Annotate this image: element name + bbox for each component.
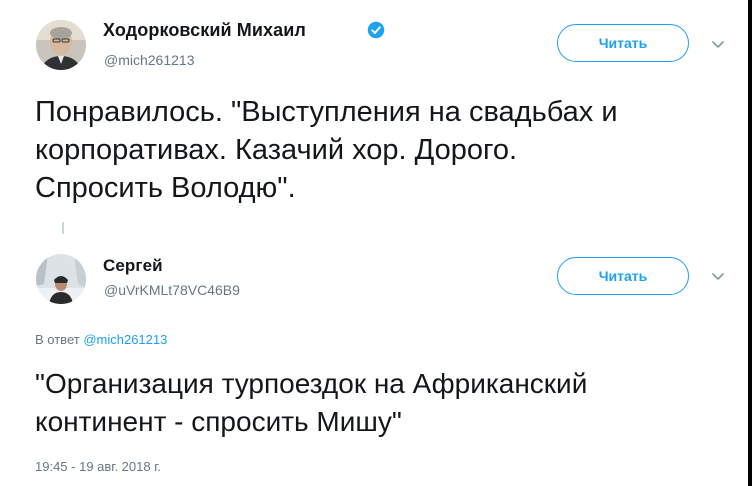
tweet-text-line: Понравилось. "Выступления на свадьбах и — [35, 96, 618, 128]
tweet-text-line: корпоративах. Казачий хор. Дорого. — [35, 134, 518, 166]
tweet-thread-screenshot: Ходорковский Михаил @mich261213 Читать П… — [0, 0, 748, 486]
tweet-text: Понравилось. "Выступления на свадьбах и … — [35, 93, 618, 207]
reply-context: В ответ @mich261213 — [35, 332, 167, 347]
follow-button-label: Читать — [598, 35, 648, 51]
tweet-timestamp[interactable]: 19:45 - 19 авг. 2018 г. — [35, 459, 161, 474]
tweet-text-line: Спросить Володю". — [35, 172, 296, 204]
follow-button-label: Читать — [598, 268, 648, 284]
chevron-down-icon[interactable] — [710, 36, 726, 52]
author-handle[interactable]: @mich261213 — [104, 52, 195, 68]
chevron-down-icon[interactable] — [710, 268, 726, 284]
avatar-sergey[interactable] — [36, 254, 86, 304]
verified-badge-icon — [367, 21, 385, 39]
tweet-text: "Организация турпоездок на Африканский к… — [35, 365, 587, 441]
reply-prefix: В ответ — [35, 332, 80, 347]
follow-button[interactable]: Читать — [557, 24, 689, 62]
author-name[interactable]: Сергей — [103, 256, 163, 276]
follow-button[interactable]: Читать — [557, 257, 689, 295]
tweet-text-line: континент - спросить Мишу" — [35, 406, 402, 437]
avatar-khodorkovsky[interactable] — [36, 20, 86, 70]
author-handle[interactable]: @uVrKMLt78VC46B9 — [104, 282, 240, 298]
author-name[interactable]: Ходорковский Михаил — [103, 20, 306, 41]
tweet-text-line: "Организация турпоездок на Африканский — [35, 368, 588, 399]
reply-handle-link[interactable]: @mich261213 — [83, 332, 167, 347]
thread-connector-line — [62, 222, 64, 234]
